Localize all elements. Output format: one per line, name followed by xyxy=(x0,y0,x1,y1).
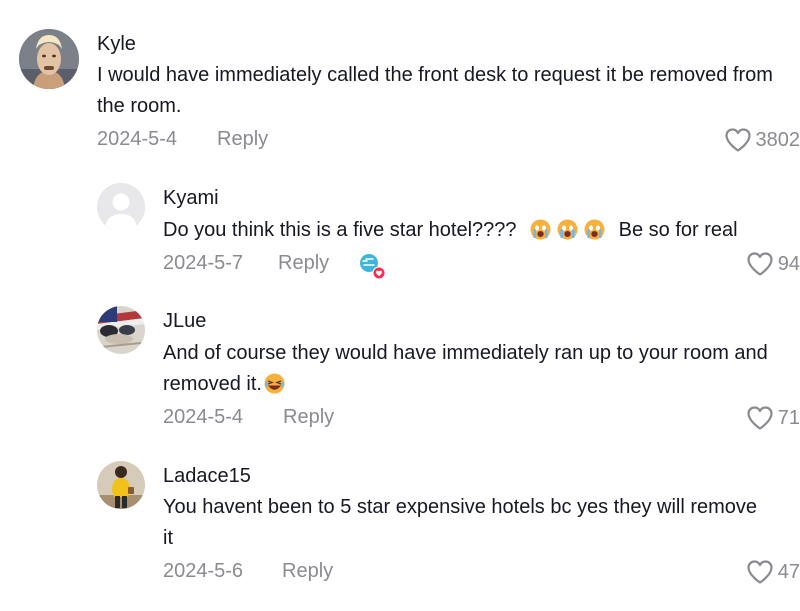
reply-button[interactable]: Reply xyxy=(282,560,333,583)
heart-icon xyxy=(747,560,773,584)
like-count: 47 xyxy=(777,560,800,583)
ladace15-avatar-image xyxy=(97,461,145,509)
comment-ladace15: Ladace15 You havent been to 5 star expen… xyxy=(0,0,800,611)
comment-date: 2024-5-6 xyxy=(163,560,244,582)
comment-text: You havent been to 5 star expensive hote… xyxy=(163,496,758,549)
username[interactable]: Ladace15 xyxy=(163,465,251,488)
like-button[interactable]: 47 xyxy=(746,559,800,585)
avatar[interactable] xyxy=(97,461,145,509)
